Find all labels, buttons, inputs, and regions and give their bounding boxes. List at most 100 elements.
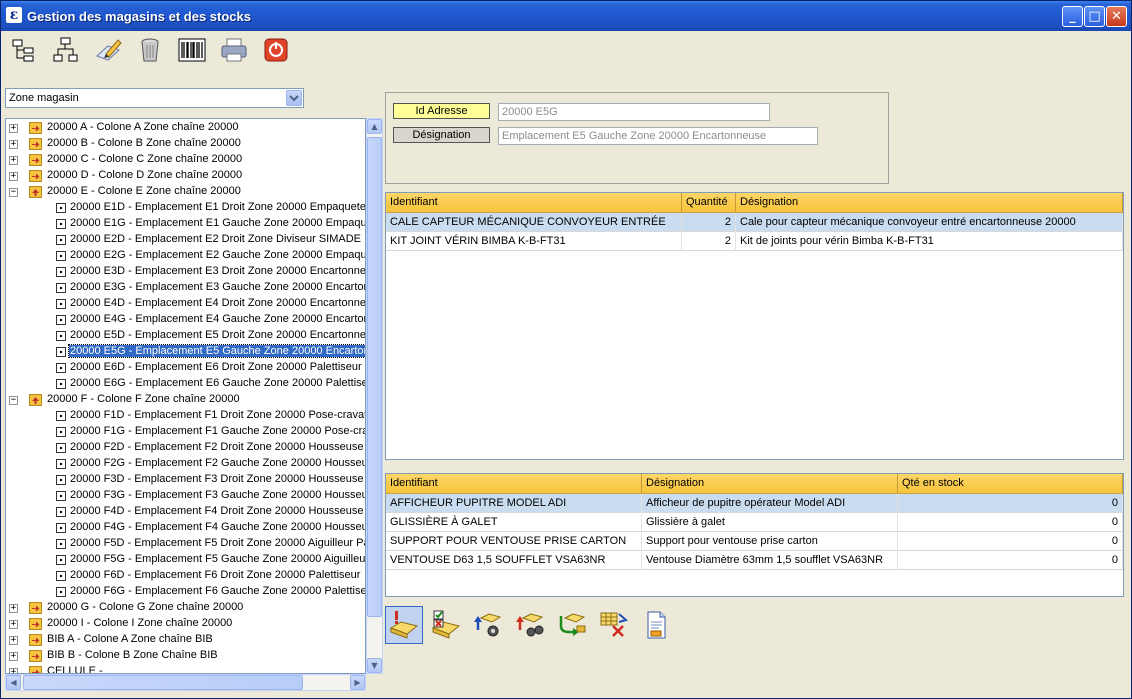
tree-node[interactable]: +20000 A - Colone A Zone chaîne 20000 — [6, 120, 365, 136]
tree-node[interactable]: 20000 F2D - Emplacement F2 Droit Zone 20… — [6, 440, 365, 456]
table-row[interactable]: VENTOUSE D63 1,5 SOUFFLET VSA63NR Ventous… — [386, 551, 1123, 570]
tree-node[interactable]: 20000 F5G - Emplacement F5 Gauche Zone 2… — [6, 552, 365, 568]
scroll-up-icon[interactable]: ▲ — [367, 119, 382, 134]
tree-node[interactable]: 20000 E6D - Emplacement E6 Droit Zone 20… — [6, 360, 365, 376]
tree-node[interactable]: 20000 E3D - Emplacement E3 Droit Zone 20… — [6, 264, 366, 280]
tree-node[interactable]: 20000 E2D - Emplacement E2 Droit Zone Di… — [6, 232, 365, 248]
expand-node-icon[interactable]: + — [9, 140, 18, 149]
expand-tree-button[interactable] — [49, 33, 81, 65]
location-tree[interactable]: +20000 A - Colone A Zone chaîne 20000 +20… — [5, 118, 366, 674]
tree-node[interactable]: 20000 F3D - Emplacement F3 Droit Zone 20… — [6, 472, 365, 488]
expand-node-icon[interactable]: + — [9, 604, 18, 613]
collapse-node-icon[interactable]: − — [9, 188, 18, 197]
tree-node[interactable]: 20000 F1G - Emplacement F1 Gauche Zone 2… — [6, 424, 365, 440]
zone-select[interactable]: Zone magasin — [5, 88, 304, 108]
tree-node[interactable]: 20000 E4D - Emplacement E4 Droit Zone 20… — [6, 296, 365, 312]
folder-icon — [29, 394, 42, 406]
column-header[interactable]: Désignation — [642, 474, 898, 493]
tree-node[interactable]: +20000 I - Colone I Zone chaîne 20000 — [6, 616, 365, 632]
tree-horizontal-scrollbar[interactable]: ◀ ▶ — [5, 674, 366, 691]
table-row[interactable]: SUPPORT POUR VENTOUSE PRISE CARTON Suppor… — [386, 532, 1123, 551]
column-header[interactable]: Identifiant — [386, 474, 642, 493]
tree-node[interactable]: 20000 F2G - Emplacement F2 Gauche Zone 2… — [6, 456, 365, 472]
tree-node[interactable]: 20000 F6D - Emplacement F6 Droit Zone 20… — [6, 568, 365, 584]
tree-node[interactable]: + BIB B - Colone B Zone Chaîne BIB — [6, 648, 365, 664]
tree-node[interactable]: 20000 E1G - Emplacement E1 Gauche Zone 2… — [6, 216, 365, 232]
scroll-left-icon[interactable]: ◀ — [6, 675, 21, 690]
tree-node[interactable]: − 20000 F - Colone F Zone chaîne 20000 — [6, 392, 365, 408]
tree-node[interactable]: 20000 E4G - Emplacement E4 Gauche Zone 2… — [6, 312, 365, 328]
tree-node[interactable]: 20000 E3G - Emplacement E3 Gauche Zone 2… — [6, 280, 365, 296]
check-cross-tray-button[interactable] — [427, 606, 465, 644]
table-row[interactable]: GLISSIÈRE À GALET Glissière à galet 0 — [386, 513, 1123, 532]
tree-node-label: CELLULE - — [47, 665, 103, 674]
scroll-down-icon[interactable]: ▼ — [367, 658, 382, 673]
expand-node-icon[interactable]: + — [9, 636, 18, 645]
tree-node[interactable]: 20000 E5G - Emplacement E5 Gauche Zone 2… — [6, 344, 365, 360]
table-row[interactable]: KIT JOINT VÉRIN BIMBA K-B-FT31 2 Kit de jo… — [386, 232, 1123, 251]
tree-node[interactable]: 20000 E2G - Emplacement E2 Gauche Zone 2… — [6, 248, 365, 264]
tree-node-label: 20000 E1D - Emplacement E1 Droit Zone 20… — [70, 201, 366, 213]
designation-field[interactable]: Emplacement E5 Gauche Zone 20000 Encarto… — [498, 127, 818, 145]
window-title: Gestion des magasins et des stocks — [27, 9, 251, 24]
grid-swap-button[interactable] — [595, 606, 633, 644]
title-bar[interactable]: ε Gestion des magasins et des stocks _ □… — [1, 1, 1131, 31]
maximize-button[interactable]: □ — [1084, 6, 1105, 27]
barcode-button[interactable] — [175, 33, 207, 65]
main-window: ε Gestion des magasins et des stocks _ □… — [0, 0, 1132, 699]
tree-node-label: 20000 E3D - Emplacement E3 Droit Zone 20… — [70, 265, 366, 277]
expand-node-icon[interactable]: + — [9, 172, 18, 181]
edit-button[interactable] — [91, 33, 123, 65]
tree-node[interactable]: 20000 F6G - Emplacement F6 Gauche Zone 2… — [6, 584, 365, 600]
collapse-node-icon[interactable]: − — [9, 396, 18, 405]
column-header[interactable]: Qté en stock — [898, 474, 1123, 493]
tree-node[interactable]: 20000 E5D - Emplacement E5 Droit Zone 20… — [6, 328, 365, 344]
leaf-node-icon — [56, 315, 66, 325]
table-cell: 0 — [898, 532, 1123, 551]
table-row[interactable]: CALE CAPTEUR MÉCANIQUE CONVOYEUR ENTRÉE 2… — [386, 213, 1123, 232]
expand-node-icon[interactable]: + — [9, 652, 18, 661]
id-address-field[interactable]: 20000 E5G — [498, 103, 770, 121]
tree-node[interactable]: 20000 E6G - Emplacement E6 Gauche Zone 2… — [6, 376, 365, 392]
report-document-button[interactable] — [637, 606, 675, 644]
expand-node-icon[interactable]: + — [9, 620, 18, 629]
tree-node[interactable]: +20000 G - Colone G Zone chaîne 20000 — [6, 600, 365, 616]
tree-node[interactable]: 20000 E1D - Emplacement E1 Droit Zone 20… — [6, 200, 366, 216]
column-header[interactable]: Quantité — [682, 193, 736, 212]
collapse-tree-button[interactable] — [7, 33, 39, 65]
tree-vertical-scrollbar[interactable]: ▲ ▼ — [366, 118, 383, 674]
tree-horizontal-scroll-thumb[interactable] — [23, 675, 303, 690]
tree-node[interactable]: 20000 F4D - Emplacement F4 Droit Zone 20… — [6, 504, 365, 520]
tray-up-gears-button[interactable] — [511, 606, 549, 644]
delete-button[interactable] — [133, 33, 165, 65]
scroll-right-icon[interactable]: ▶ — [350, 675, 365, 690]
tray-down-arrow-button[interactable] — [553, 606, 591, 644]
tree-node[interactable]: +20000 D - Colone D Zone chaîne 20000 — [6, 168, 365, 184]
minimize-button[interactable]: _ — [1062, 6, 1083, 27]
tree-node[interactable]: − 20000 E - Colone E Zone chaîne 20000 — [6, 184, 365, 200]
tree-node[interactable]: 20000 F5D - Emplacement F5 Droit Zone 20… — [6, 536, 365, 552]
tree-node[interactable]: +20000 B - Colone B Zone chaîne 20000 — [6, 136, 365, 152]
leaf-node-icon — [56, 427, 66, 437]
tray-up-gear-button[interactable] — [469, 606, 507, 644]
tree-node[interactable]: 20000 F3G - Emplacement F3 Gauche Zone 2… — [6, 488, 365, 504]
tree-node[interactable]: + BIB A - Colone A Zone chaîne BIB — [6, 632, 365, 648]
tree-node[interactable]: 20000 F4G - Emplacement F4 Gauche Zone 2… — [6, 520, 365, 536]
table-row[interactable]: AFFICHEUR PUPITRE MODEL ADI Afficheur de … — [386, 494, 1123, 513]
close-button[interactable]: ✕ — [1106, 6, 1127, 27]
expand-node-icon[interactable]: + — [9, 124, 18, 133]
print-button[interactable] — [217, 33, 249, 65]
stock-items-grid[interactable]: Identifiant Désignation Qté en stock AFFICH… — [385, 473, 1124, 597]
column-header[interactable]: Identifiant — [386, 193, 682, 212]
tree-node[interactable]: + CELLULE - — [6, 664, 365, 674]
leaf-node-icon — [56, 555, 66, 565]
tree-node[interactable]: 20000 F1D - Emplacement F1 Droit Zone 20… — [6, 408, 365, 424]
zone-select-dropdown-button[interactable] — [286, 90, 302, 106]
tree-node[interactable]: +20000 C - Colone C Zone chaîne 20000 — [6, 152, 365, 168]
expand-node-icon[interactable]: + — [9, 156, 18, 165]
alert-tray-button[interactable] — [385, 606, 423, 644]
column-header[interactable]: Désignation — [736, 193, 1123, 212]
quit-button[interactable] — [259, 33, 291, 65]
tree-vertical-scroll-thumb[interactable] — [367, 137, 382, 617]
assigned-items-grid[interactable]: Identifiant Quantité Désignation CALE CAPTE… — [385, 192, 1124, 460]
